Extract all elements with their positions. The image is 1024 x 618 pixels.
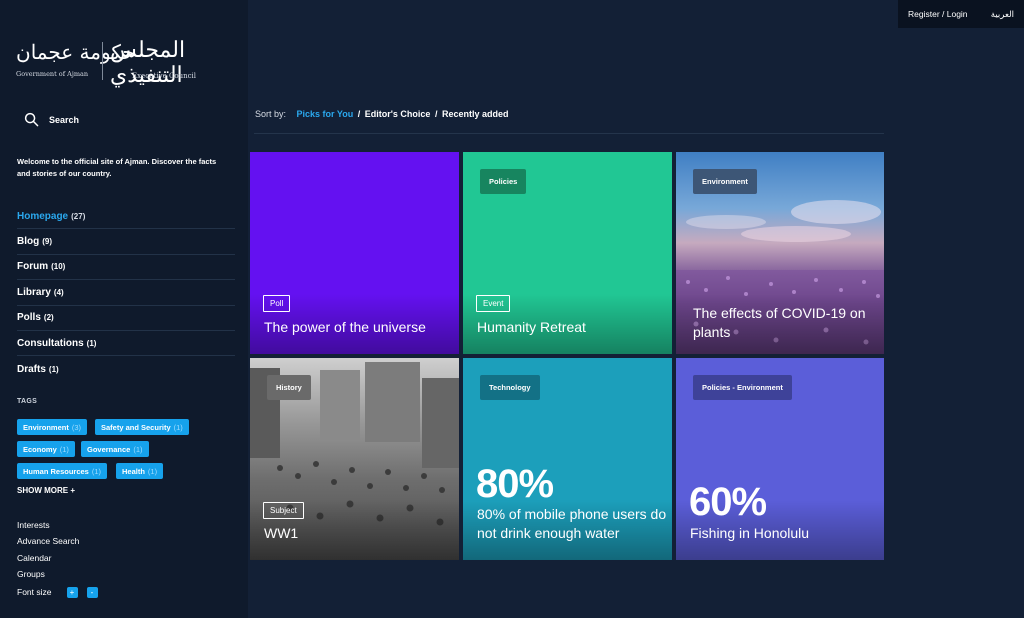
ajman-logo[interactable]: حكومة عجمان Government of Ajman المجلس ا… (16, 38, 206, 88)
tag-count: (1) (147, 466, 158, 476)
tag-count: (3) (71, 422, 82, 432)
nav-item-consultations[interactable]: Consultations (1) (17, 331, 235, 357)
welcome-text: Welcome to the official site of Ajman. D… (17, 157, 217, 178)
card-title: 80% of mobile phone users do not drink e… (477, 506, 667, 541)
tag-human-resources[interactable]: Human Resources (1) (17, 463, 108, 479)
sort-label: Sort by: (255, 109, 287, 119)
logo-divider (102, 42, 103, 80)
nav-item-library[interactable]: Library (4) (17, 280, 235, 306)
main-nav: Homepage (27) Blog (9) Forum (10) Library (4… (17, 204, 235, 382)
card-poll[interactable]: Poll The power of the universe (250, 152, 459, 354)
font-decrease-button[interactable]: - (86, 586, 98, 598)
top-bar: Register / Login العربية (898, 0, 1024, 28)
tag-count: (1) (173, 422, 183, 432)
tag-governance[interactable]: Governance (1) (81, 441, 149, 457)
card-category-badge[interactable]: History (267, 375, 311, 400)
groups-link[interactable]: Groups (17, 568, 98, 584)
nav-item-count: (9) (42, 237, 52, 247)
font-increase-button[interactable]: + (66, 586, 78, 598)
sort-option-recently-added[interactable]: Recently added (442, 109, 509, 119)
card-title: WW1 (264, 525, 299, 541)
nav-item-blog[interactable]: Blog (9) (17, 229, 235, 255)
sort-separator: / (357, 109, 361, 119)
tag-count: (1) (91, 466, 102, 476)
card-event[interactable]: Policies Event Humanity Retreat (463, 152, 672, 354)
nav-item-forum[interactable]: Forum (10) (17, 255, 235, 281)
show-more-tags-link[interactable]: SHOW MORE + (17, 486, 75, 495)
calendar-link[interactable]: Calendar (17, 552, 98, 568)
logo-gov-label: Government of Ajman (16, 70, 89, 78)
nav-item-label: Polls (17, 312, 41, 324)
nav-item-label: Blog (17, 236, 40, 248)
card-title: The effects of COVID-19 on plants (693, 305, 866, 340)
tag-count: (1) (133, 444, 143, 454)
nav-item-count: (1) (86, 338, 97, 348)
nav-item-count: (10) (51, 262, 66, 272)
nav-item-polls[interactable]: Polls (2) (17, 306, 235, 331)
nav-item-label: Drafts (17, 363, 46, 375)
sort-option-editors-choice[interactable]: Editor's Choice (365, 109, 431, 119)
tag-economy[interactable]: Economy (1) (17, 441, 75, 457)
tag-safety-and-security[interactable]: Safety and Security (1) (95, 419, 189, 435)
card-stat-value: 60% (689, 480, 767, 524)
nav-item-count: (4) (53, 287, 64, 297)
card-category-badge[interactable]: Technology (480, 375, 540, 400)
tag-label: Health (122, 466, 145, 476)
tag-environment[interactable]: Environment (3) (17, 419, 88, 435)
card-type-label: Event (476, 295, 511, 312)
nav-item-label: Homepage (17, 210, 69, 222)
tags-heading: TAGS (17, 398, 38, 405)
logo-council-label: Executive Council (132, 72, 196, 80)
sort-separator: / (434, 109, 438, 119)
register-login-link[interactable]: Register / Login (908, 9, 968, 19)
search-button[interactable]: Search (24, 112, 79, 127)
nav-item-label: Library (17, 286, 51, 298)
card-title: The power of the universe (264, 319, 426, 335)
nav-item-count: (27) (71, 211, 86, 221)
tag-label: Environment (23, 422, 69, 432)
card-category-badge[interactable]: Policies - Environment (693, 375, 792, 400)
tag-label: Economy (23, 444, 57, 454)
nav-item-count: (2) (43, 313, 54, 323)
search-icon (24, 112, 39, 127)
card-category-badge[interactable]: Policies (480, 169, 527, 194)
nav-item-label: Consultations (17, 337, 84, 349)
tag-label: Human Resources (23, 466, 89, 476)
utility-links: Interests Advance Search Calendar Groups… (17, 519, 98, 600)
sort-divider (254, 133, 884, 134)
tag-label: Governance (87, 444, 131, 454)
card-technology-stat[interactable]: Technology 80% 80% of mobile phone users… (463, 358, 672, 560)
card-title: Fishing in Honolulu (690, 525, 810, 541)
nav-item-drafts[interactable]: Drafts (1) (17, 356, 235, 381)
search-label: Search (49, 114, 80, 125)
interests-link[interactable]: Interests (17, 519, 98, 535)
card-title: Humanity Retreat (477, 319, 586, 335)
card-category-badge[interactable]: Environment (693, 169, 757, 194)
sort-bar: Sort by: Picks for You / Editor's Choice… (255, 109, 509, 119)
tag-label: Safety and Security (101, 422, 171, 432)
nav-item-label: Forum (17, 261, 49, 273)
card-type-label: Poll (263, 295, 291, 312)
card-environment-article[interactable]: Environment The effects of COVID-19 on p… (676, 152, 884, 354)
card-type-label: Subject (263, 502, 304, 519)
card-history-article[interactable]: History Subject WW1 (250, 358, 459, 560)
sidebar: حكومة عجمان Government of Ajman المجلس ا… (0, 0, 248, 618)
card-stat-value: 80% (476, 462, 554, 506)
language-switch-link[interactable]: العربية (991, 9, 1014, 20)
logo-arabic-council: المجلس التنفيذي (110, 38, 186, 88)
nav-item-count: (1) (48, 364, 59, 374)
sort-option-picks-for-you[interactable]: Picks for You (297, 109, 354, 119)
tag-health[interactable]: Health (1) (116, 463, 164, 479)
advance-search-link[interactable]: Advance Search (17, 535, 98, 551)
nav-item-homepage[interactable]: Homepage (27) (17, 204, 235, 230)
font-size-label: Font size (17, 586, 52, 597)
card-policies-environment-stat[interactable]: Policies - Environment 60% Fishing in Ho… (676, 358, 884, 560)
tag-count: (1) (59, 444, 69, 454)
font-size-control: Font size + - (17, 584, 98, 600)
